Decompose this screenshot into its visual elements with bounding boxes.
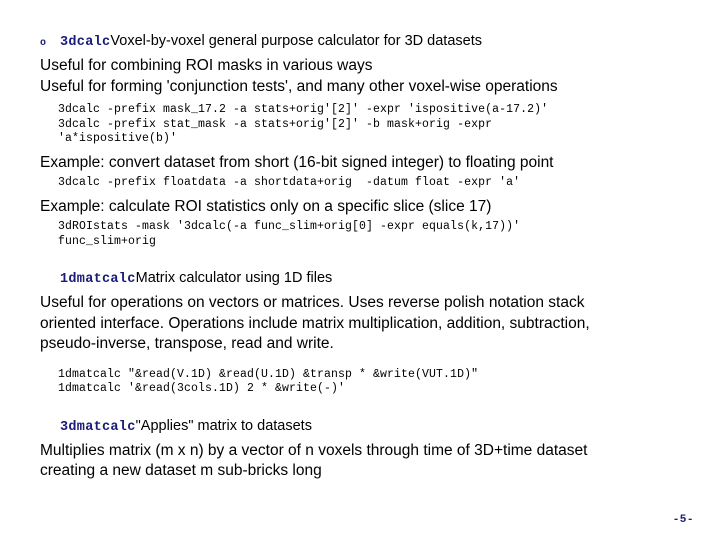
code-block-3droistats: 3dROIstats -mask '3dcalc(-a func_slim+or… bbox=[58, 220, 521, 248]
section-heading-3dmatcalc: o 3dmatcalc "Applies" matrix to datasets bbox=[40, 417, 680, 438]
page-number: -5- bbox=[672, 514, 694, 526]
prose-line-sub-bricks: creating a new dataset m sub-bricks long bbox=[40, 462, 322, 479]
section-heading-3dcalc: o 3dcalc Voxel-by-voxel general purpose … bbox=[40, 32, 680, 53]
bullet-marker-icon: o bbox=[40, 38, 47, 49]
code-block-1dmatcalc: 1dmatcalc "&read(V.1D) &read(U.1D) &tran… bbox=[58, 367, 479, 396]
prose-line-operations-include: oriented interface. Operations include m… bbox=[40, 314, 590, 332]
section-heading-1dmatcalc: o 1dmatcalc Matrix calculator using 1D f… bbox=[40, 269, 680, 290]
slide-body: o 3dcalc Voxel-by-voxel general purpose … bbox=[0, 0, 720, 540]
term-3dmatcalc: 3dmatcalc bbox=[60, 419, 136, 435]
term-1dmatcalc: 1dmatcalc bbox=[60, 272, 136, 287]
code-block-floatdata: 3dcalc -prefix floatdata -a shortdata+or… bbox=[58, 176, 521, 189]
prose-line-multiplies-matrix: Multiplies matrix (m x n) by a vector of… bbox=[40, 441, 588, 459]
term-description-3dcalc: Voxel-by-voxel general purpose calculato… bbox=[110, 33, 482, 49]
prose-line-rpn-stack: Useful for operations on vectors or matr… bbox=[40, 294, 585, 311]
prose-line-pseudo-inverse: pseudo-inverse, transpose, read and writ… bbox=[40, 335, 334, 352]
example-label-roi-slice: Example: calculate ROI statistics only o… bbox=[40, 197, 492, 215]
code-block-3dcalc-masks: 3dcalc -prefix mask_17.2 -a stats+orig'[… bbox=[58, 103, 549, 145]
term-3dcalc: 3dcalc bbox=[60, 35, 111, 50]
example-label-convert-float: Example: convert dataset from short (16-… bbox=[40, 153, 554, 171]
prose-line-roi-masks: Useful for combining ROI masks in variou… bbox=[40, 57, 373, 74]
term-description-3dmatcalc: "Applies" matrix to datasets bbox=[135, 417, 312, 434]
prose-line-conjunction-tests: Useful for forming 'conjunction tests', … bbox=[40, 77, 558, 95]
term-description-1dmatcalc: Matrix calculator using 1D files bbox=[135, 270, 333, 286]
